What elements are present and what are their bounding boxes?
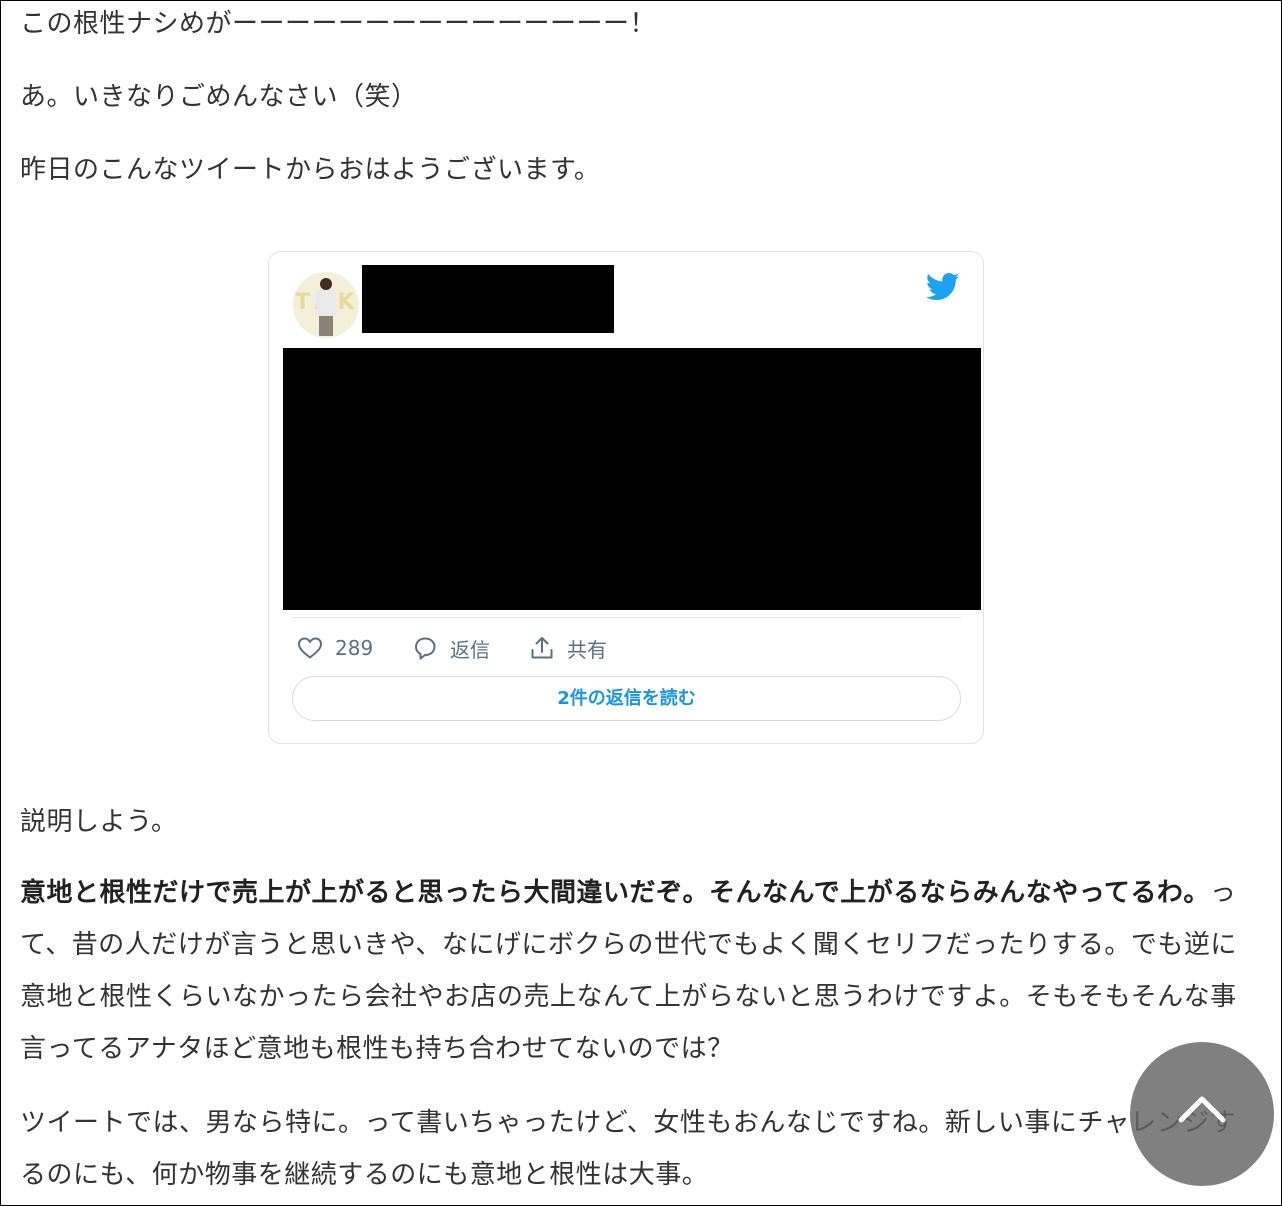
twitter-bird-icon[interactable]: [925, 272, 960, 302]
chevron-up-icon: [1178, 1096, 1226, 1123]
share-upload-icon: [531, 637, 553, 659]
avatar-person-body: [316, 290, 336, 316]
like-count: 289: [335, 636, 374, 660]
scroll-to-top-button[interactable]: [1130, 1042, 1274, 1186]
reply-label: 返信: [450, 637, 490, 662]
article-paragraph-5: 意地と根性だけで売上が上がると思ったら大間違いだぞ。そんなんで上がるならみんなや…: [20, 867, 1250, 1075]
reply-button[interactable]: 返信: [412, 632, 490, 664]
avatar-person-legs: [319, 316, 333, 336]
page-frame: この根性ナシめがーーーーーーーーーーーーーーー！ あ。いきなりごめんなさい（笑）…: [0, 0, 1282, 1206]
embedded-tweet[interactable]: TAKAN 289 返信: [268, 251, 984, 744]
redacted-tweet-body: [283, 348, 981, 610]
article-paragraph-3: 昨日のこんなツイートからおはようございます。: [20, 155, 601, 185]
like-button[interactable]: 289: [297, 632, 373, 664]
article-paragraph-1: この根性ナシめがーーーーーーーーーーーーーーー！: [20, 9, 657, 39]
avatar-person-head: [320, 278, 332, 290]
heart-icon: [297, 637, 323, 659]
tweet-divider: [292, 617, 961, 618]
read-replies-button[interactable]: 2件の返信を読む: [292, 676, 961, 721]
share-button[interactable]: 共有: [529, 632, 607, 664]
share-label: 共有: [567, 637, 607, 662]
article-paragraph-2: あ。いきなりごめんなさい（笑）: [20, 82, 418, 112]
speech-bubble-icon: [415, 637, 436, 660]
article-paragraph-6: ツイートでは、男なら特に。って書いちゃったけど、女性もおんなじですね。新しい事に…: [20, 1108, 1237, 1190]
avatar[interactable]: TAKAN: [293, 272, 359, 338]
article-paragraph-4: 説明しよう。: [20, 807, 178, 837]
redacted-author-name: [362, 265, 614, 333]
article-paragraph-5-bold: 意地と根性だけで売上が上がると思ったら大間違いだぞ。そんなんで上がるならみんなや…: [20, 878, 1210, 908]
